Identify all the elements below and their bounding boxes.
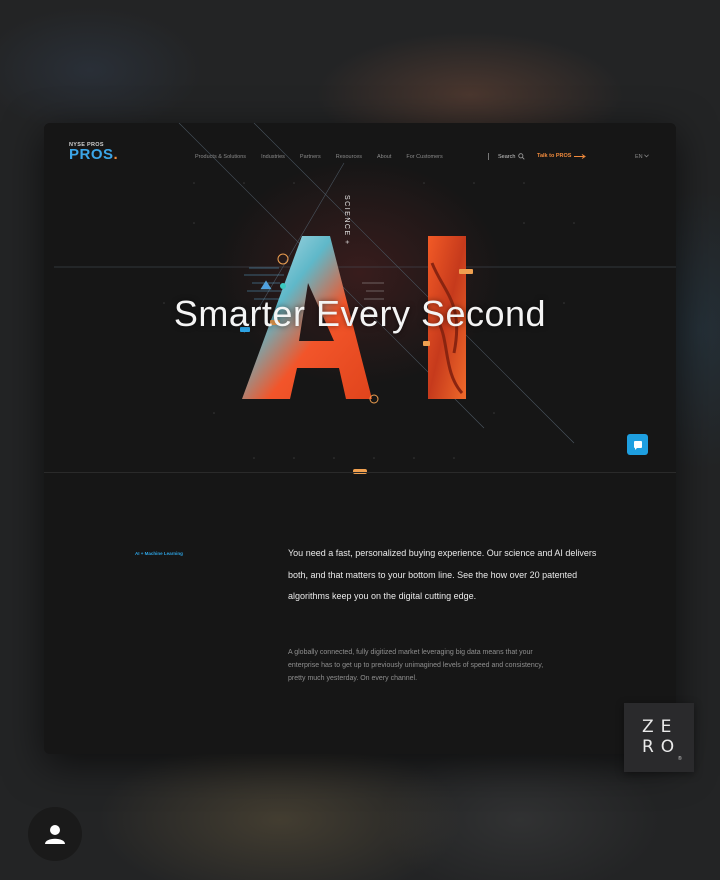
section-label[interactable]: AI + Machine Learning	[135, 551, 183, 556]
nav-item-about[interactable]: About	[377, 154, 391, 160]
search-label: Search	[498, 153, 516, 160]
nav-divider	[488, 153, 489, 160]
section-lead-text: You need a fast, personalized buying exp…	[288, 548, 597, 601]
talk-to-pros-label: Talk to PROS	[537, 153, 572, 159]
search-button[interactable]: Search	[488, 153, 526, 160]
user-avatar-icon	[45, 825, 65, 844]
nav-item-partners[interactable]: Partners	[300, 154, 321, 160]
nav-item-industries[interactable]: Industries	[261, 154, 285, 160]
nav-item-resources[interactable]: Resources	[336, 154, 362, 160]
nav-item-products-solutions[interactable]: Products & Solutions	[195, 154, 246, 160]
hero-section: NYSE PROS PROS. Products & Solutions Ind…	[44, 123, 676, 474]
section-divider	[44, 472, 676, 473]
language-selector[interactable]: EN	[635, 154, 650, 160]
pros-logo[interactable]: NYSE PROS PROS.	[69, 142, 118, 162]
website-preview-card: NYSE PROS PROS. Products & Solutions Ind…	[44, 123, 676, 754]
nav-item-for-customers[interactable]: For Customers	[406, 154, 442, 160]
logo-brand-text: PROS	[69, 146, 114, 163]
main-nav: Products & Solutions Industries Partners…	[195, 154, 443, 160]
zero-logo-line1: ZE	[642, 717, 679, 737]
zero-watermark-logo: ZE RO ®	[624, 703, 694, 772]
zero-logo-registered: ®	[678, 756, 682, 762]
arrow-right-icon	[574, 153, 587, 159]
search-icon	[518, 153, 526, 160]
chat-icon	[633, 440, 642, 450]
section-body-text: A globally connected, fully digitized ma…	[288, 649, 544, 682]
chevron-down-icon	[644, 154, 650, 158]
user-avatar-button[interactable]	[28, 807, 82, 861]
chat-button[interactable]	[627, 434, 648, 455]
logo-brand-dot: .	[113, 146, 119, 163]
language-label: EN	[635, 154, 643, 160]
talk-to-pros-link[interactable]: Talk to PROS	[537, 153, 587, 159]
hero-headline: Smarter Every Second	[173, 293, 547, 334]
zero-logo-line2: RO	[642, 737, 682, 757]
logo-brand: PROS.	[69, 146, 119, 163]
hero-vertical-text: SCIENCE +	[343, 195, 350, 246]
